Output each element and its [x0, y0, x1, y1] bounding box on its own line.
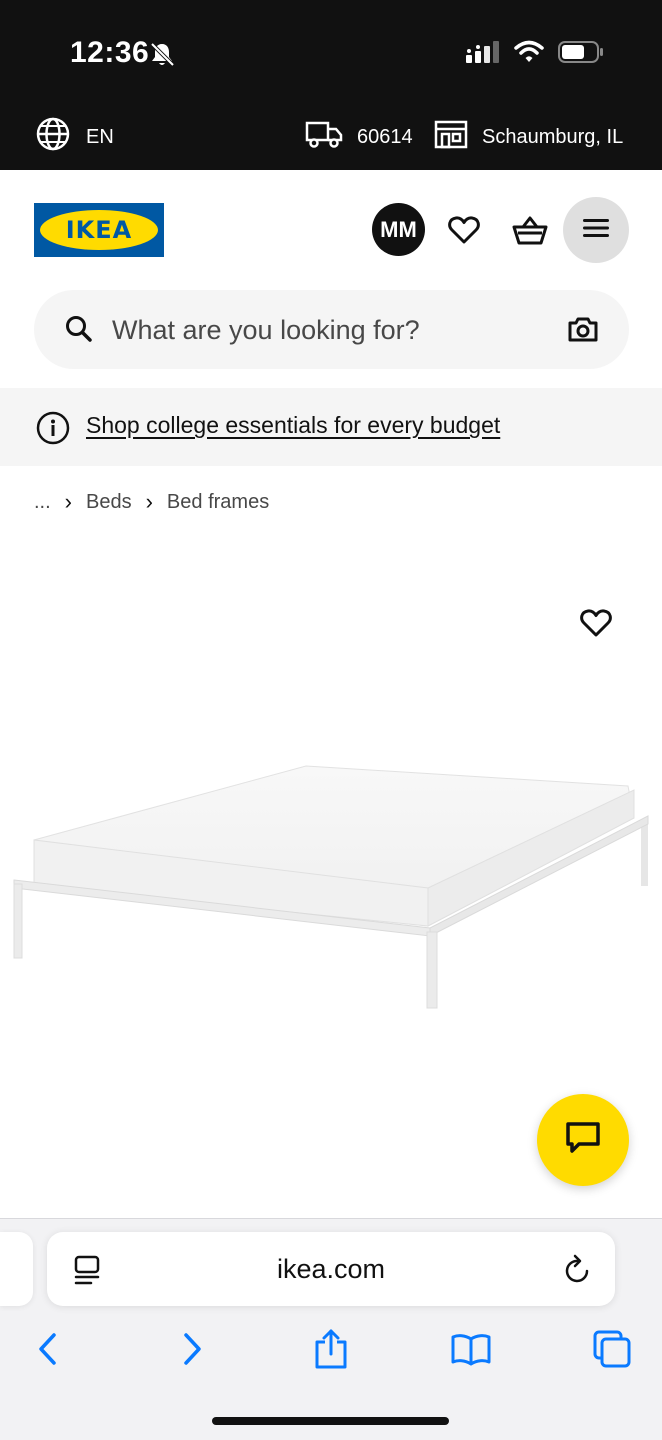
home-indicator — [212, 1417, 449, 1425]
cellular-signal-icon — [466, 40, 500, 69]
globe-icon — [36, 117, 70, 157]
forward-icon[interactable] — [168, 1325, 216, 1373]
wifi-icon — [514, 40, 544, 69]
locale-bar: EN 60614 Schaumburg, IL — [0, 105, 662, 170]
delivery-zip-selector[interactable]: 60614 — [305, 113, 413, 161]
store-icon — [434, 119, 468, 155]
promo-link[interactable]: Shop college essentials for every budget — [86, 412, 500, 439]
favorite-heart-icon[interactable] — [576, 603, 616, 643]
delivery-truck-icon — [305, 119, 343, 155]
logo-oval: IKEA — [40, 210, 158, 250]
url-text: ikea.com — [276, 1254, 386, 1284]
camera-icon[interactable] — [567, 314, 599, 349]
language-label: EN — [86, 125, 114, 148]
logo-text: IKEA — [65, 216, 133, 244]
reload-icon[interactable] — [563, 1253, 593, 1290]
breadcrumb-ellipsis[interactable]: ... — [34, 491, 51, 514]
bell-slash-icon — [148, 40, 176, 68]
store-label: Schaumburg, IL — [482, 125, 624, 148]
chat-button[interactable] — [537, 1094, 629, 1186]
search-bar — [34, 290, 629, 369]
zip-code-label: 60614 — [357, 125, 413, 148]
info-icon — [36, 411, 70, 450]
breadcrumb: ... › Beds › Bed frames — [34, 489, 269, 515]
ikea-logo[interactable]: IKEA — [34, 203, 164, 257]
search-input[interactable] — [112, 308, 552, 352]
share-icon[interactable] — [307, 1325, 355, 1373]
chat-icon — [565, 1121, 601, 1160]
breadcrumb-item-bed-frames[interactable]: Bed frames — [167, 491, 269, 514]
hamburger-menu-icon — [581, 216, 611, 245]
promo-banner: Shop college essentials for every budget — [0, 388, 662, 466]
status-bar: 12:36 — [0, 0, 662, 105]
status-time: 12:36 — [70, 36, 150, 69]
hamburger-menu-button[interactable] — [563, 197, 629, 263]
account-avatar[interactable]: MM — [372, 203, 425, 256]
product-image[interactable] — [8, 760, 658, 1020]
previous-tab-preview[interactable] — [0, 1232, 33, 1306]
search-icon — [64, 314, 94, 349]
chevron-right-icon: › — [145, 489, 153, 514]
language-selector[interactable]: EN — [36, 113, 114, 161]
back-icon[interactable] — [24, 1325, 72, 1373]
breadcrumb-item-beds[interactable]: Beds — [86, 491, 132, 514]
battery-icon — [558, 40, 604, 69]
store-selector[interactable]: Schaumburg, IL — [434, 113, 623, 161]
tabs-icon[interactable] — [588, 1325, 636, 1373]
bookmarks-icon[interactable] — [447, 1325, 495, 1373]
chevron-right-icon: › — [64, 489, 72, 514]
address-bar[interactable]: ikea.com — [47, 1232, 615, 1306]
heart-icon[interactable] — [442, 208, 486, 252]
basket-icon[interactable] — [508, 208, 552, 252]
